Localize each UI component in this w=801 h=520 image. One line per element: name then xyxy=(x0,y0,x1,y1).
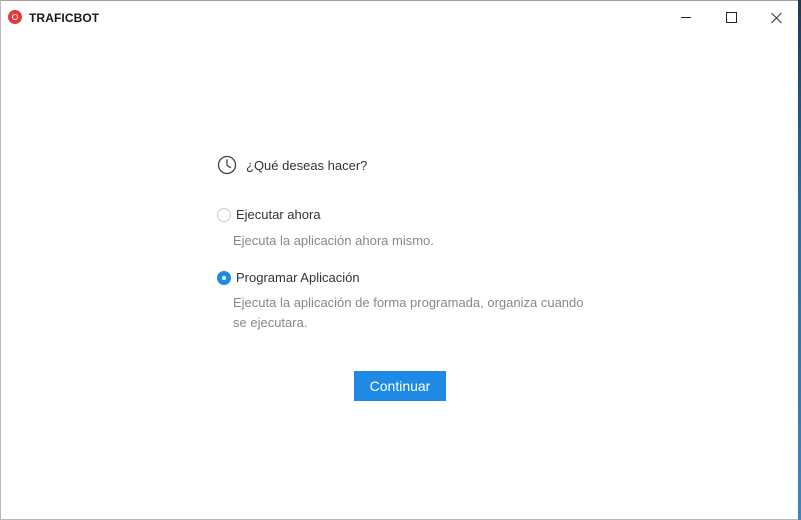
title-bar: TRAFICBOT xyxy=(1,1,800,34)
radio-ejecutar-ahora[interactable] xyxy=(217,207,231,222)
window-title: TRAFICBOT xyxy=(29,11,100,25)
maximize-button[interactable] xyxy=(708,1,754,34)
clock-icon xyxy=(217,155,237,175)
option-description: Ejecuta la aplicación de forma programad… xyxy=(233,295,584,330)
maximize-icon xyxy=(725,12,737,23)
question-heading: ¿Qué deseas hacer? xyxy=(217,153,367,177)
minimize-icon xyxy=(681,17,691,18)
option-label: Ejecutar ahora xyxy=(236,207,321,222)
option-ejecutar-ahora[interactable]: Ejecutar ahora xyxy=(217,207,321,222)
question-text: ¿Qué deseas hacer? xyxy=(246,157,368,173)
continue-button[interactable]: Continuar xyxy=(354,371,446,401)
option-description: Ejecuta la aplicación ahora mismo. xyxy=(233,233,434,248)
option-programar-aplicacion[interactable]: Programar Aplicación xyxy=(217,270,360,285)
minimize-button[interactable] xyxy=(663,1,709,34)
close-icon xyxy=(771,12,783,24)
app-logo-icon xyxy=(8,10,22,24)
app-window: TRAFICBOT ¿Qué deseas hacer? Ejecutar ah… xyxy=(0,0,801,520)
radio-programar-aplicacion[interactable] xyxy=(217,270,231,285)
option-label: Programar Aplicación xyxy=(236,270,360,285)
close-button[interactable] xyxy=(754,1,800,34)
